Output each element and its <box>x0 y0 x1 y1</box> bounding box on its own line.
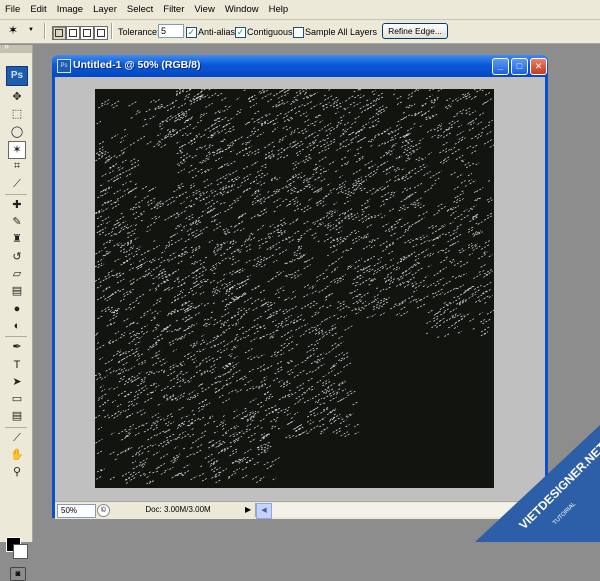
background-color-swatch[interactable] <box>13 544 28 559</box>
canvas-workspace[interactable] <box>55 77 545 501</box>
tolerance-label: Tolerance: <box>118 27 160 37</box>
hand-tool-icon[interactable]: ✋ <box>9 447 25 463</box>
brush-tool-icon[interactable]: ✎ <box>9 214 25 230</box>
minimize-button[interactable]: _ <box>492 58 509 75</box>
sample-all-layers-checkbox[interactable] <box>293 27 304 38</box>
maximize-button[interactable]: □ <box>511 58 528 75</box>
notes-tool-icon[interactable]: ▤ <box>9 408 25 424</box>
tools-panel: » Ps ✥⬚◯✶⌗⟋✚✎♜↺▱▤●◐✒T➤▭▤⟋✋⚲ ◙ <box>0 45 33 542</box>
close-button[interactable]: ✕ <box>530 58 547 75</box>
divider <box>111 23 113 39</box>
menu-edit[interactable]: Edit <box>25 0 51 19</box>
chevron-down-icon: ▼ <box>28 27 34 33</box>
zoom-level-field[interactable]: 50% <box>57 504 96 518</box>
collapse-icon: » <box>4 41 9 51</box>
watermark-sub: TUTORIAL <box>552 501 578 527</box>
move-tool-icon[interactable]: ✥ <box>9 89 25 105</box>
path-selection-tool-icon[interactable]: ➤ <box>9 374 25 390</box>
status-bar: 50% © Doc: 3.00M/3.00M ▶ ◀ ▶ <box>55 501 545 519</box>
history-brush-tool-icon[interactable]: ↺ <box>9 249 25 265</box>
anti-alias-checkbox[interactable]: ✓ <box>186 27 197 38</box>
image-canvas[interactable] <box>95 89 494 488</box>
menu-select[interactable]: Select <box>122 0 158 19</box>
tools-panel-header[interactable]: » <box>0 45 32 53</box>
menu-filter[interactable]: Filter <box>158 0 189 19</box>
zoom-tool-icon[interactable]: ⚲ <box>9 464 25 480</box>
menu-layer[interactable]: Layer <box>88 0 122 19</box>
document-size-info: Doc: 3.00M/3.00M <box>115 504 241 516</box>
subtract-from-selection-button[interactable] <box>80 26 94 40</box>
crop-tool-icon[interactable]: ⌗ <box>9 158 25 174</box>
eyedropper-tool-icon[interactable]: ⟋ <box>9 430 25 446</box>
menu-file[interactable]: File <box>0 0 25 19</box>
shape-tool-icon[interactable]: ▭ <box>9 391 25 407</box>
tool-preset-picker[interactable]: ✶ ▼ <box>8 23 34 39</box>
anti-alias-label: Anti-alias <box>198 27 235 37</box>
photoshop-logo[interactable]: Ps <box>6 66 28 86</box>
menu-bar: File Edit Image Layer Select Filter View… <box>0 0 600 20</box>
tool-divider <box>5 336 27 337</box>
options-bar: ✶ ▼ Tolerance: 5 ✓ Anti-alias ✓ Contiguo… <box>0 20 600 44</box>
menu-window[interactable]: Window <box>220 0 264 19</box>
healing-brush-tool-icon[interactable]: ✚ <box>9 197 25 213</box>
photoshop-doc-icon: Ps <box>57 59 71 73</box>
menu-view[interactable]: View <box>189 0 219 19</box>
tool-divider <box>5 427 27 428</box>
eraser-tool-icon[interactable]: ▱ <box>9 266 25 282</box>
contiguous-checkbox[interactable]: ✓ <box>235 27 246 38</box>
tolerance-input[interactable]: 5 <box>158 24 184 38</box>
divider <box>44 23 46 39</box>
magic-wand-tool-icon[interactable]: ✶ <box>8 141 26 159</box>
dodge-tool-icon[interactable]: ◐ <box>9 318 25 334</box>
quick-mask-icon[interactable]: ◙ <box>10 567 26 581</box>
clone-stamp-tool-icon[interactable]: ♜ <box>9 231 25 247</box>
refine-edge-button[interactable]: Refine Edge... <box>382 23 448 39</box>
document-title-bar[interactable]: Ps Untitled-1 @ 50% (RGB/8) _ □ ✕ <box>52 55 548 77</box>
marquee-tool-icon[interactable]: ⬚ <box>9 106 25 122</box>
sample-all-layers-label: Sample All Layers <box>305 27 377 37</box>
new-selection-button[interactable] <box>52 26 66 40</box>
scroll-left-button[interactable]: ◀ <box>256 503 272 519</box>
add-to-selection-button[interactable] <box>66 26 80 40</box>
tool-divider <box>5 194 27 195</box>
type-tool-icon[interactable]: T <box>9 357 25 373</box>
menu-help[interactable]: Help <box>264 0 294 19</box>
gradient-tool-icon[interactable]: ▤ <box>9 283 25 299</box>
status-info-icon[interactable]: © <box>97 504 110 517</box>
document-title: Untitled-1 @ 50% (RGB/8) <box>73 59 201 71</box>
magic-wand-icon: ✶ <box>8 23 18 37</box>
status-menu-arrow[interactable]: ▶ <box>245 504 254 516</box>
eyedropper-slice-tool-icon[interactable]: ⟋ <box>9 176 25 192</box>
blur-tool-icon[interactable]: ● <box>9 301 25 317</box>
lasso-tool-icon[interactable]: ◯ <box>9 124 25 140</box>
menu-image[interactable]: Image <box>52 0 88 19</box>
pen-tool-icon[interactable]: ✒ <box>9 339 25 355</box>
scroll-right-button[interactable]: ▶ <box>530 503 546 519</box>
intersect-selection-button[interactable] <box>94 26 108 40</box>
document-window: Ps Untitled-1 @ 50% (RGB/8) _ □ ✕ 50% © … <box>52 55 548 518</box>
horizontal-scrollbar[interactable]: ◀ ▶ <box>255 503 546 517</box>
contiguous-label: Contiguous <box>247 27 293 37</box>
